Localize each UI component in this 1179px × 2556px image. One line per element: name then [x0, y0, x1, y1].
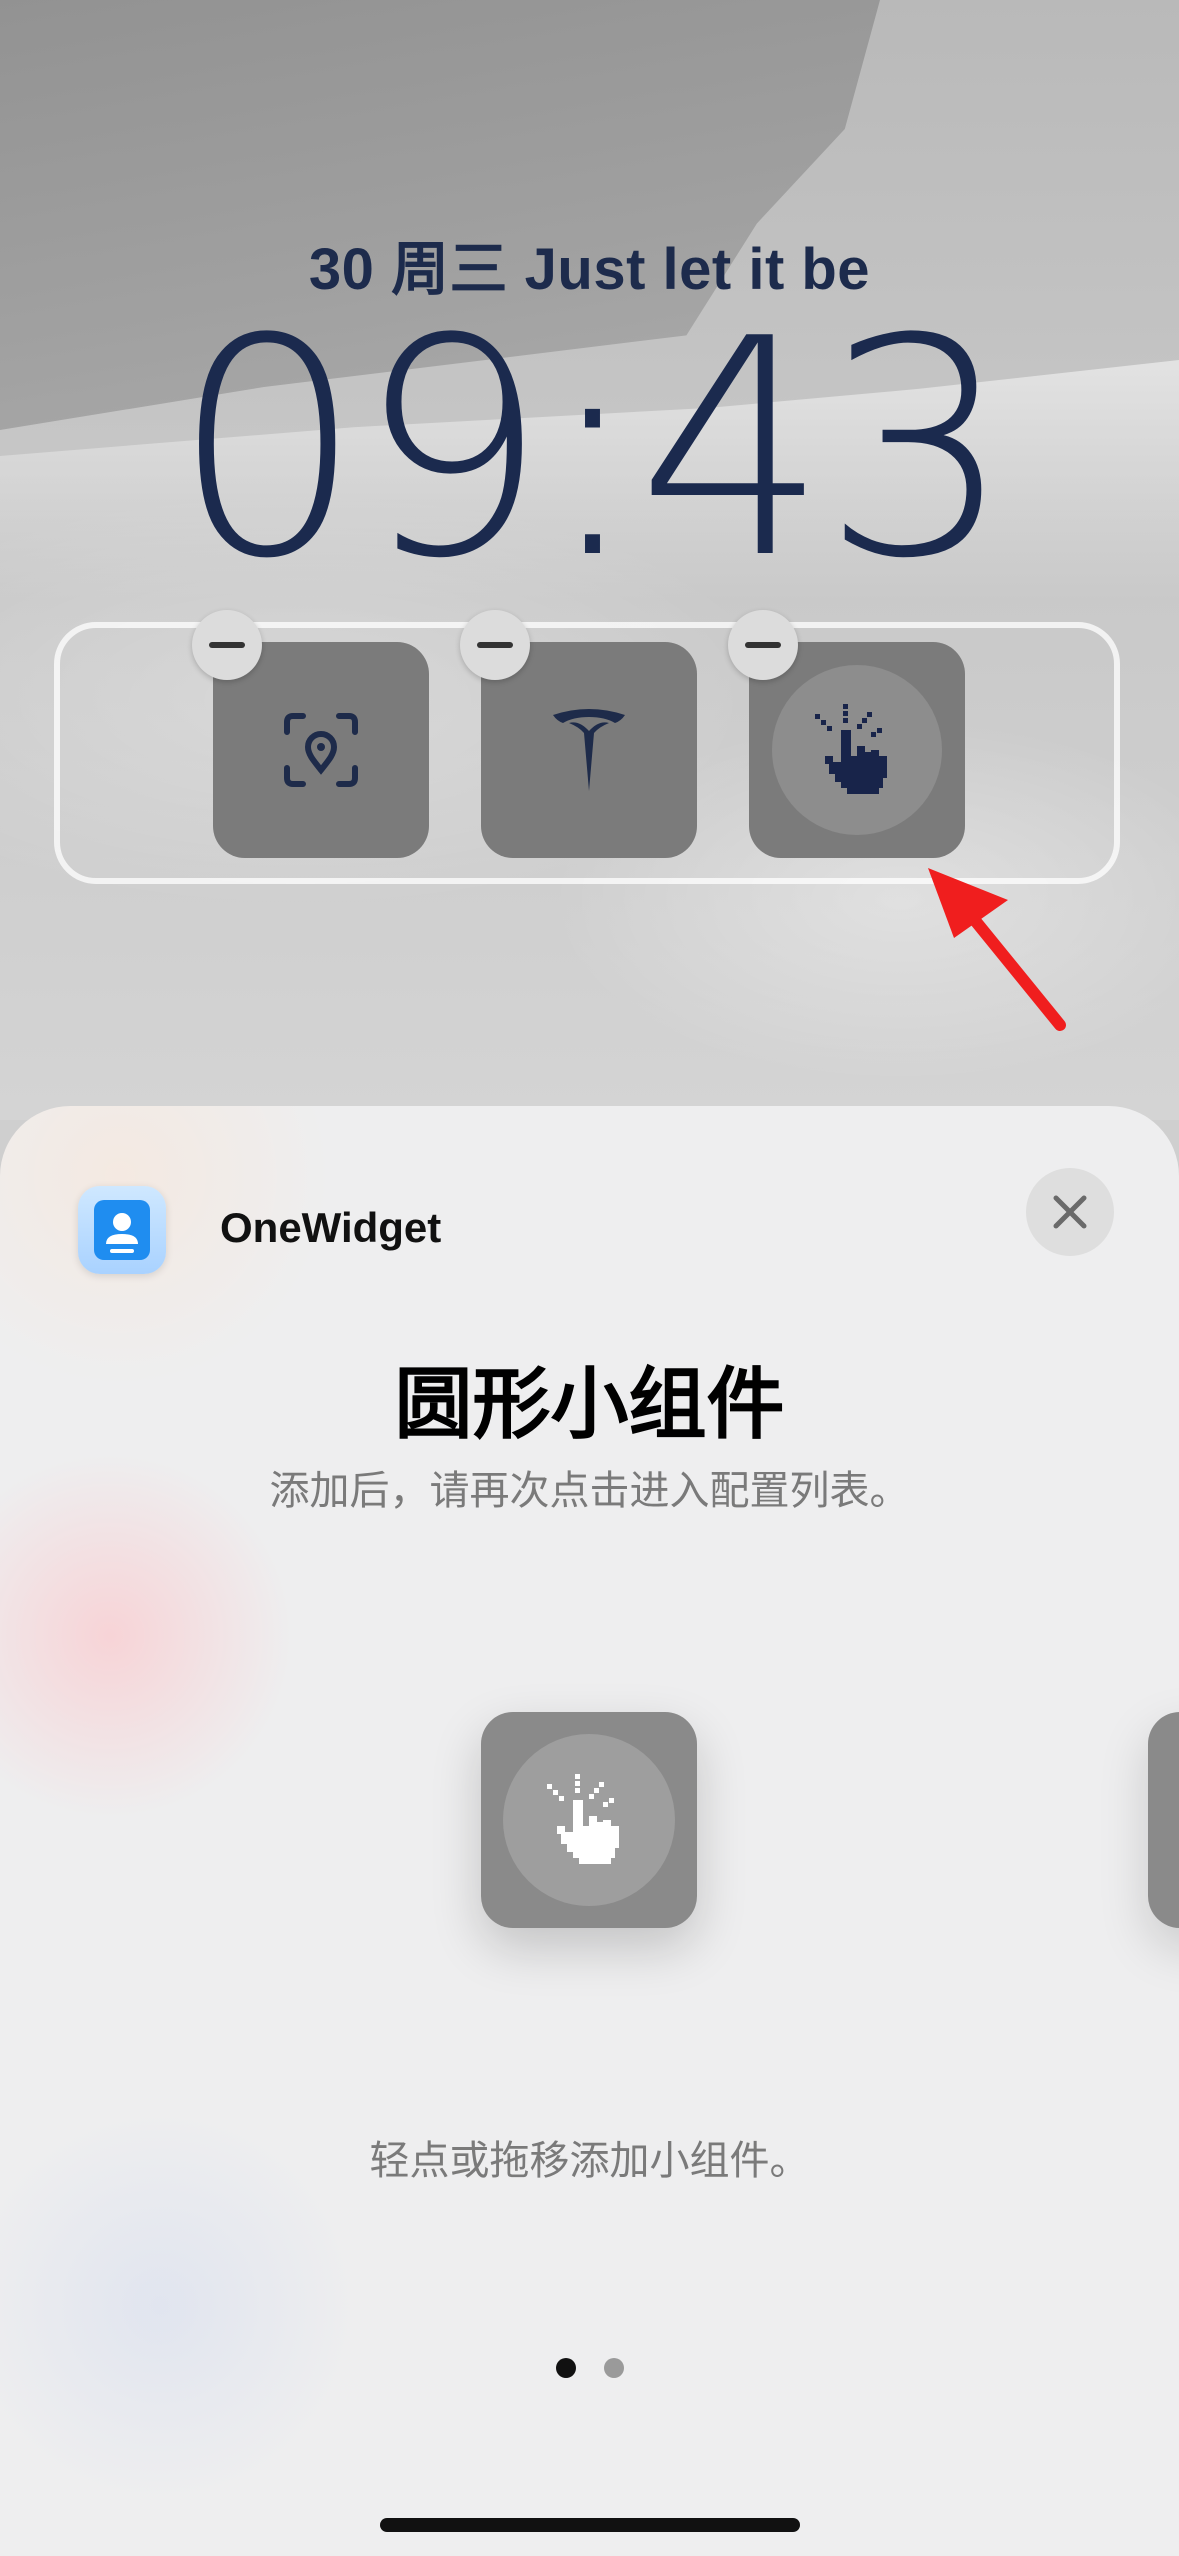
tesla-logo-icon: [553, 709, 625, 791]
widget-gallery-sheet: OneWidget 圆形小组件 添加后，请再次点击进入配置列表。 轻点或拖移添加…: [0, 1106, 1179, 2556]
red-arrow-annotation: [928, 868, 1066, 1031]
lock-screen-time[interactable]: 09:43: [0, 300, 1179, 600]
hand-click-icon: [547, 1774, 619, 1864]
widget-type-subtitle: 添加后，请再次点击进入配置列表。: [269, 1469, 910, 1513]
page-indicator[interactable]: [0, 2358, 1179, 2378]
hand-click-icon: [815, 704, 887, 794]
onewidget-app-icon: [78, 1186, 166, 1274]
app-name: OneWidget: [220, 1204, 442, 1251]
preview-circle-background: [503, 1734, 675, 1906]
widget-type-title: 圆形小组件: [394, 1360, 785, 1448]
close-button[interactable]: [1026, 1168, 1114, 1256]
face-id-location-icon: [284, 713, 358, 787]
remove-widget-button[interactable]: [728, 610, 798, 680]
close-icon: [1053, 1195, 1087, 1229]
widget-preview[interactable]: [481, 1712, 697, 1928]
home-indicator[interactable]: [380, 2518, 800, 2532]
remove-widget-button[interactable]: [192, 610, 262, 680]
hand-circle-background: [772, 665, 942, 835]
page-dot[interactable]: [603, 2358, 624, 2378]
next-widget-preview[interactable]: [1148, 1712, 1179, 1928]
contact-card-icon: [94, 1200, 150, 1260]
page-dot-active[interactable]: [555, 2358, 576, 2378]
add-widget-hint: 轻点或拖移添加小组件。: [369, 2139, 810, 2183]
remove-widget-button[interactable]: [460, 610, 530, 680]
